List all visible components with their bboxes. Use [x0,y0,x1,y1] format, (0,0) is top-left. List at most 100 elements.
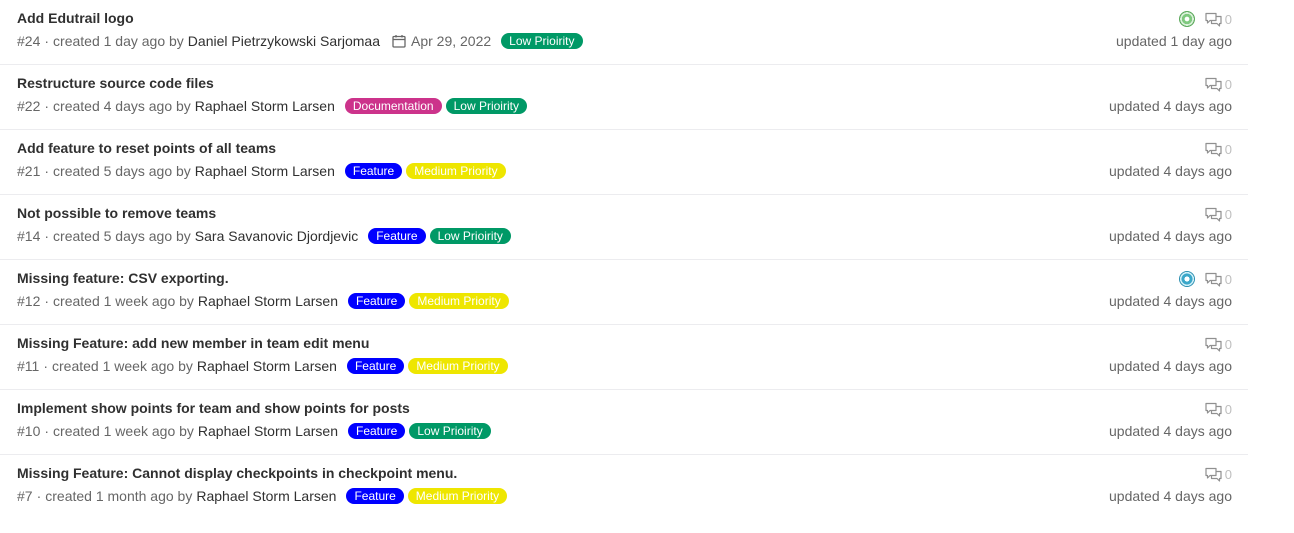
issue-row[interactable]: Add feature to reset points of all teams… [0,130,1248,195]
updated-text: updated 4 days ago [1109,488,1232,504]
author-link[interactable]: Sara Savanovic Djordjevic [195,228,358,244]
issue-title[interactable]: Add Edutrail logo [17,10,134,26]
issue-row[interactable]: Add Edutrail logo #24 · created 1 day ag… [0,0,1248,65]
issue-title[interactable]: Missing Feature: add new member in team … [17,335,369,351]
comments-count[interactable]: 0 [1205,142,1232,157]
label-badge[interactable]: Medium Priority [406,163,506,179]
comments-count[interactable]: 0 [1205,272,1232,287]
label-badge[interactable]: Medium Priority [409,293,509,309]
label-badge[interactable]: Feature [347,423,406,439]
meta-separator: · [44,98,50,114]
created-text: created 1 week ago by [53,293,194,309]
created-text: created 4 days ago by [53,98,191,114]
labels: Feature Medium Priority [347,293,513,309]
issue-title[interactable]: Add feature to reset points of all teams [17,140,276,156]
label-badge[interactable]: Feature [346,488,404,504]
issue-reference: #24 [17,33,41,49]
comments-count[interactable]: 0 [1205,467,1232,482]
issue-reference: #14 [17,228,41,244]
assignee-avatar[interactable] [1178,11,1195,27]
meta-separator: · [36,488,42,504]
issue-right: 0 updated 4 days ago [1109,335,1232,375]
label-badge[interactable]: Feature [368,228,426,244]
issue-row[interactable]: Missing Feature: add new member in team … [0,325,1248,390]
comments-count[interactable]: 0 [1205,207,1232,222]
issue-title[interactable]: Missing Feature: Cannot display checkpoi… [17,465,457,481]
comments-count[interactable]: 0 [1205,337,1232,352]
issue-meta: #12 · created 1 week ago by Raphael Stor… [17,293,513,309]
label-badge[interactable]: Low Prioirity [409,423,491,439]
comments-number: 0 [1224,141,1232,157]
created-text: created 1 month ago by [45,488,193,504]
created-text: created 5 days ago by [53,163,191,179]
labels: Feature Medium Priority [346,358,512,374]
issue-right: 0 updated 4 days ago [1109,140,1232,180]
created-text: created 5 days ago by [53,228,191,244]
labels: Feature Medium Priority [344,163,510,179]
label-badge[interactable]: Low Prioirity [445,98,527,114]
labels: Documentation Low Prioirity [344,98,531,114]
issue-row[interactable]: Not possible to remove teams #14 · creat… [0,195,1248,260]
label-badge[interactable]: Low Prioirity [501,33,583,49]
issue-row[interactable]: Implement show points for team and show … [0,390,1248,455]
label-badge[interactable]: Low Prioirity [429,228,511,244]
author-link[interactable]: Raphael Storm Larsen [196,488,336,504]
meta-separator: · [44,228,50,244]
issue-right: 0 updated 1 day ago [1116,10,1232,49]
issue-reference: #12 [17,293,41,309]
author-link[interactable]: Raphael Storm Larsen [198,423,338,439]
label-badge[interactable]: Feature [346,358,405,374]
author-link[interactable]: Raphael Storm Larsen [198,293,338,309]
comments-number: 0 [1224,271,1232,287]
issue-right: 0 updated 4 days ago [1109,270,1232,309]
issue-right: 0 updated 4 days ago [1109,205,1232,245]
issue-reference: #11 [17,358,40,374]
created-text: created 1 week ago by [53,423,194,439]
comments-icon [1205,272,1222,287]
comments-icon [1205,337,1222,352]
issue-title[interactable]: Implement show points for team and show … [17,400,410,416]
comments-number: 0 [1224,11,1232,27]
issue-meta: #11 · created 1 week ago by Raphael Stor… [17,358,512,374]
meta-separator: · [43,358,48,374]
comments-count[interactable]: 0 [1205,77,1232,92]
author-link[interactable]: Raphael Storm Larsen [195,163,335,179]
author-link[interactable]: Daniel Pietrzykowski Sarjomaa [188,33,380,49]
label-badge[interactable]: Medium Priority [407,488,508,504]
comments-count[interactable]: 0 [1205,12,1232,27]
comments-number: 0 [1224,206,1232,222]
comments-count[interactable]: 0 [1205,402,1232,417]
label-badge[interactable]: Feature [344,163,403,179]
label-badge[interactable]: Documentation [344,98,442,114]
updated-text: updated 4 days ago [1109,228,1232,244]
labels: Low Prioirity [501,33,586,49]
label-badge[interactable]: Medium Priority [408,358,508,374]
assignee-avatar[interactable] [1178,271,1195,287]
comments-icon [1205,402,1222,417]
meta-separator: · [44,33,50,49]
issue-reference: #22 [17,98,41,114]
issue-meta: #10 · created 1 week ago by Raphael Stor… [17,423,495,439]
labels: Feature Low Prioirity [368,228,515,244]
calendar-icon [392,35,406,48]
issue-row[interactable]: Missing Feature: Cannot display checkpoi… [0,455,1248,519]
issue-title[interactable]: Not possible to remove teams [17,205,216,221]
updated-text: updated 4 days ago [1109,423,1232,439]
issue-right: 0 updated 4 days ago [1109,400,1232,440]
comments-number: 0 [1224,466,1232,482]
author-link[interactable]: Raphael Storm Larsen [195,98,335,114]
issue-title[interactable]: Missing feature: CSV exporting. [17,270,229,286]
milestone[interactable]: Apr 29, 2022 [392,33,491,49]
updated-text: updated 4 days ago [1109,163,1232,179]
comments-icon [1205,207,1222,222]
meta-separator: · [44,293,50,309]
issue-reference: #10 [17,423,41,439]
issue-row[interactable]: Restructure source code files #22 · crea… [0,65,1248,130]
comments-icon [1205,77,1222,92]
issue-title[interactable]: Restructure source code files [17,75,214,91]
issue-row[interactable]: Missing feature: CSV exporting. #12 · cr… [0,260,1248,325]
updated-text: updated 4 days ago [1109,358,1232,374]
label-badge[interactable]: Feature [347,293,406,309]
author-link[interactable]: Raphael Storm Larsen [197,358,337,374]
comments-icon [1205,12,1222,27]
